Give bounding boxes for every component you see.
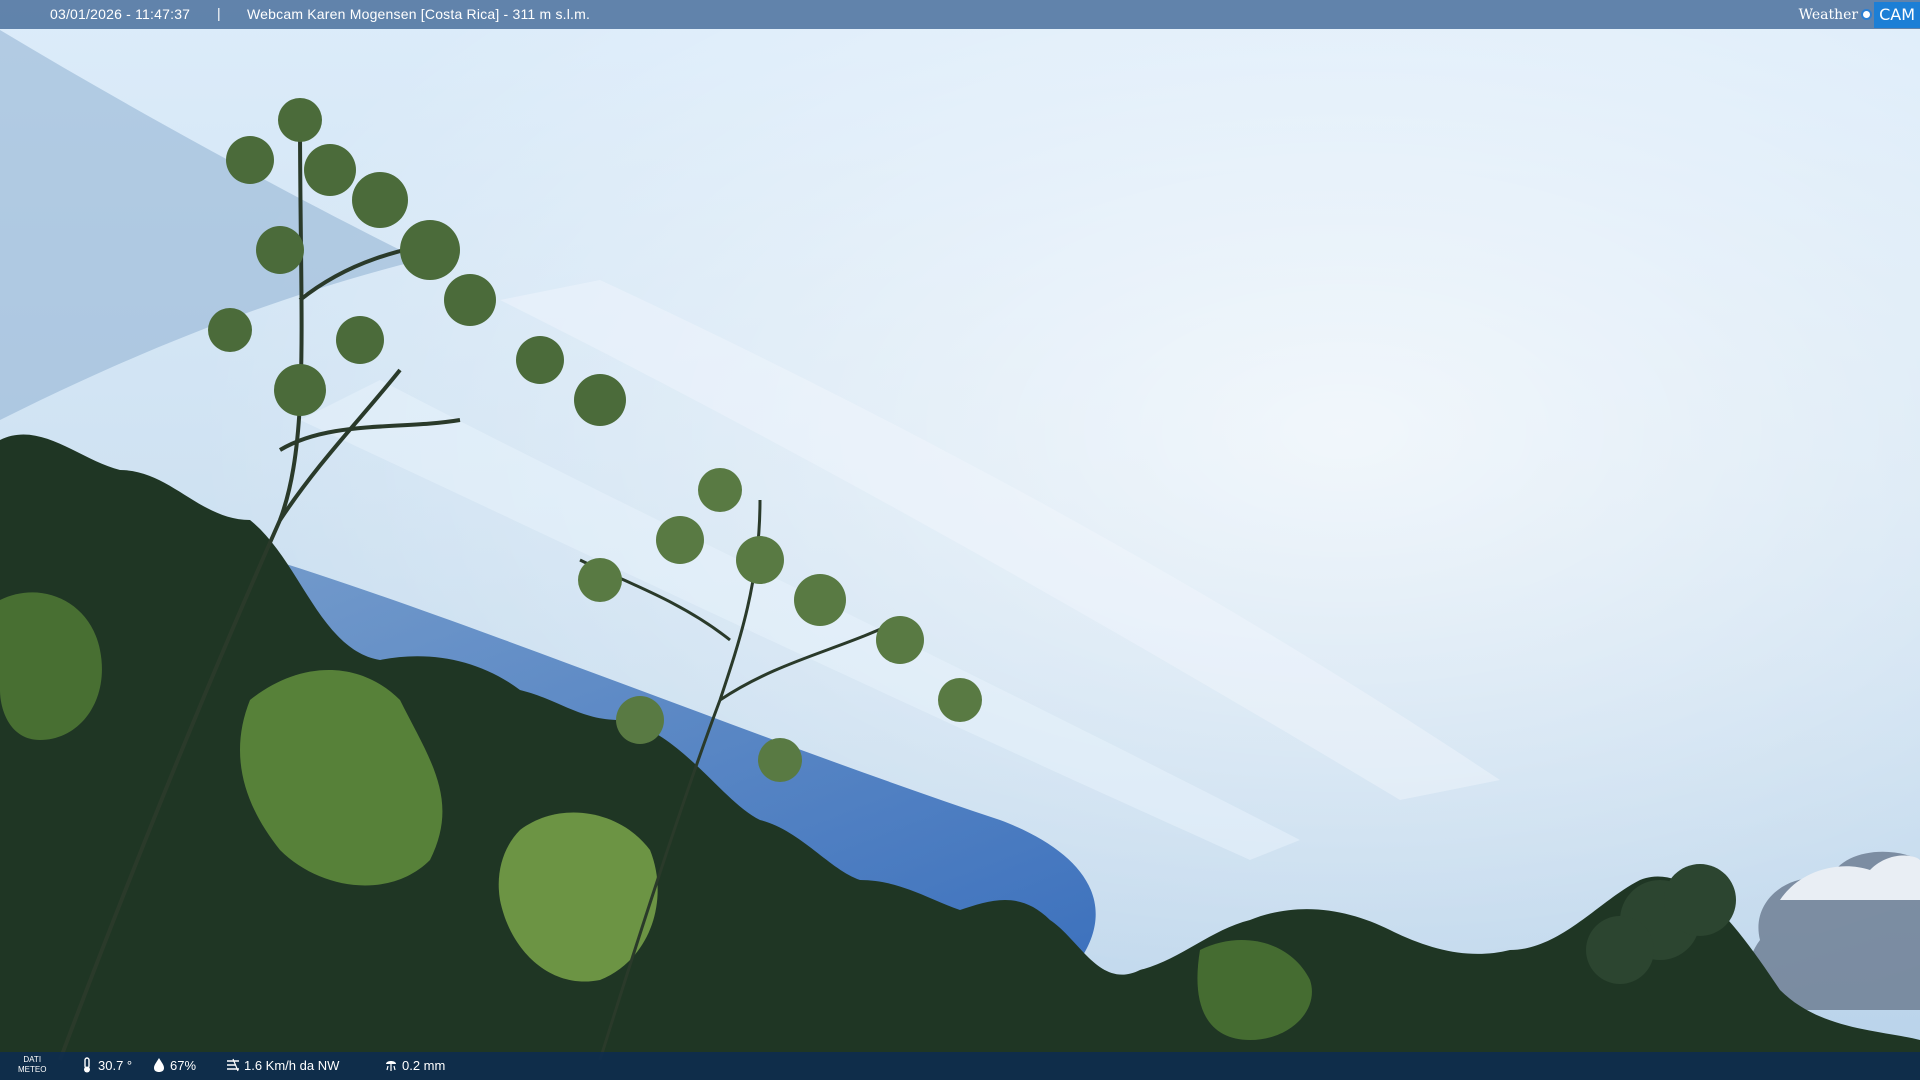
- meteo-data-bar: DATI METEO 30.7 ° 67% 1.6 Km/h da NW 0.2…: [0, 1052, 1920, 1080]
- temperature-reading: 30.7 °: [80, 1057, 132, 1073]
- logo-dot-icon: [1861, 9, 1873, 20]
- top-info-bar: 03/01/2026 - 11:47:37 | Webcam Karen Mog…: [0, 0, 1920, 29]
- logo-weather-text: Weather: [1798, 6, 1859, 23]
- thermometer-icon: [84, 1057, 90, 1073]
- weathercam-logo[interactable]: Weather CAM: [1799, 0, 1920, 29]
- humidity-icon: [154, 1058, 164, 1072]
- rain-reading: 0.2 mm: [384, 1057, 445, 1073]
- wind-value: 1.6 Km/h da NW: [244, 1057, 340, 1073]
- temperature-value: 30.7 °: [98, 1057, 133, 1073]
- webcam-scene: [0, 0, 1920, 1080]
- rain-value: 0.2 mm: [402, 1057, 446, 1073]
- wind-icon: [227, 1058, 239, 1072]
- humidity-value: 67%: [170, 1057, 197, 1073]
- humidity-reading: 67%: [152, 1057, 196, 1073]
- meteo-label: DATI METEO: [18, 1055, 47, 1074]
- separator: |: [217, 5, 221, 21]
- timestamp: 03/01/2026 - 11:47:37: [50, 6, 191, 22]
- logo-cam-text: CAM: [1874, 1, 1920, 28]
- camera-title: Webcam Karen Mogensen [Costa Rica] - 311…: [247, 6, 591, 22]
- rain-icon: [386, 1061, 396, 1071]
- wind-reading: 1.6 Km/h da NW: [226, 1057, 339, 1073]
